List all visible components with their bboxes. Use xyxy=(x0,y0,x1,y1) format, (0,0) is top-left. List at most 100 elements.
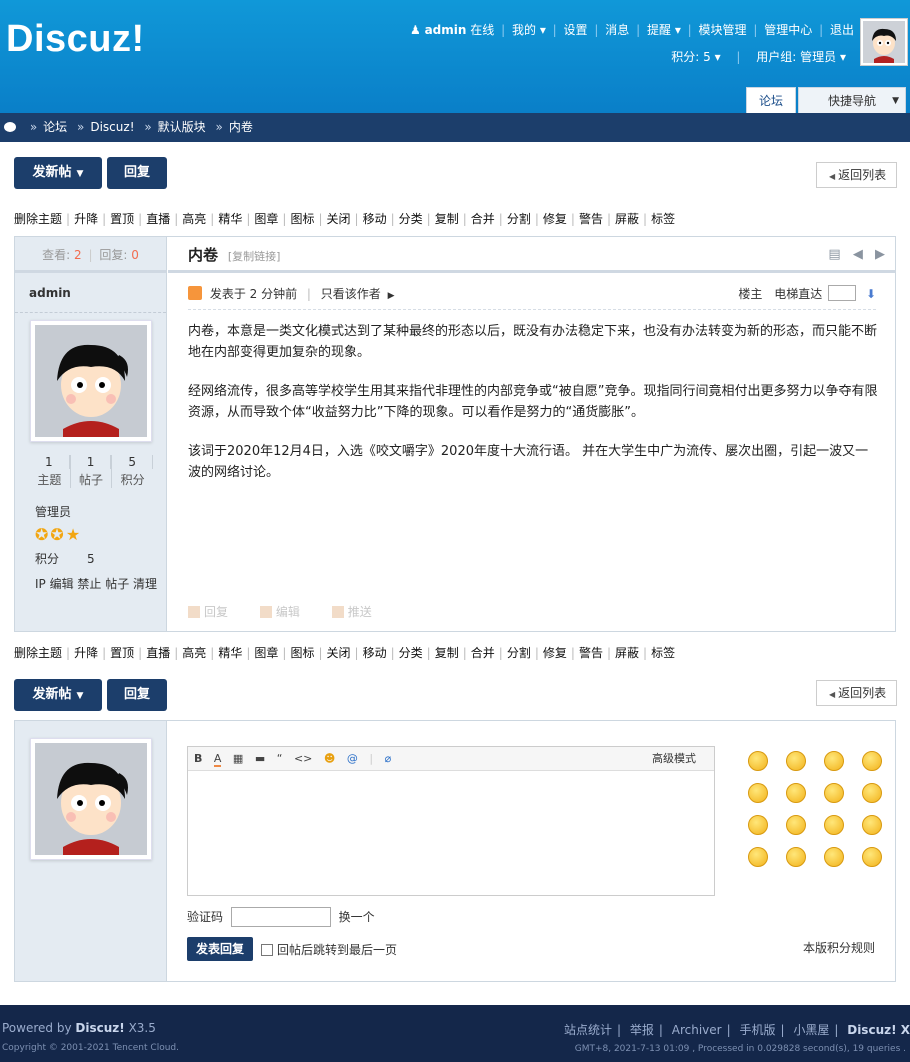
jump-last-page-checkbox[interactable] xyxy=(261,944,273,956)
nav-notifications[interactable]: 提醒 xyxy=(647,23,671,37)
mod-action[interactable]: 分割 xyxy=(507,646,531,660)
mod-action[interactable]: 分类 xyxy=(399,646,423,660)
smiley-icon[interactable] xyxy=(824,751,844,771)
author-avatar[interactable] xyxy=(30,320,152,442)
mod-action[interactable]: 高亮 xyxy=(182,212,206,226)
back-to-list-button[interactable]: ◀ 返回列表 xyxy=(816,162,898,188)
mod-action[interactable]: 高亮 xyxy=(182,646,206,660)
attachment-image-icon[interactable]: ▬ xyxy=(255,752,265,765)
mod-action[interactable]: 分割 xyxy=(507,212,531,226)
new-thread-button[interactable]: 发新帖 ▼ xyxy=(14,679,102,711)
jump-last-page-label[interactable]: 回帖后跳转到最后一页 xyxy=(277,943,397,957)
nav-module-admin[interactable]: 模块管理 xyxy=(699,23,747,37)
mod-action[interactable]: 关闭 xyxy=(327,646,351,660)
mod-action[interactable]: 移动 xyxy=(363,212,387,226)
nav-settings[interactable]: 设置 xyxy=(564,23,588,37)
credits-dropdown[interactable]: 积分: 5 xyxy=(671,50,711,64)
post-edit-action[interactable]: 编辑 xyxy=(259,605,314,619)
mod-action[interactable]: 直播 xyxy=(146,646,170,660)
footer-link-blackroom[interactable]: 小黑屋 xyxy=(793,1023,829,1037)
my-avatar[interactable] xyxy=(30,738,152,860)
smiley-icon[interactable] xyxy=(824,783,844,803)
smiley-icon[interactable] xyxy=(824,815,844,835)
elevator-input[interactable] xyxy=(828,285,857,301)
mod-action[interactable]: 屏蔽 xyxy=(615,212,639,226)
mod-action[interactable]: 修复 xyxy=(543,646,567,660)
next-thread-icon[interactable]: ▶ xyxy=(875,247,885,262)
nav-my[interactable]: 我的 xyxy=(512,23,536,37)
crumb-default-board[interactable]: 默认版块 xyxy=(158,120,206,134)
smiley-icon[interactable] xyxy=(786,751,806,771)
print-icon[interactable]: ▤ xyxy=(828,247,840,262)
powered-brand[interactable]: Discuz! xyxy=(75,1021,124,1035)
mod-action[interactable]: 警告 xyxy=(579,212,603,226)
smiley-icon[interactable] xyxy=(862,847,882,867)
mod-action[interactable]: 警告 xyxy=(579,646,603,660)
mod-action[interactable]: 屏蔽 xyxy=(615,646,639,660)
code-icon[interactable]: <> xyxy=(294,752,312,765)
nav-logout[interactable]: 退出 xyxy=(830,23,854,37)
site-logo[interactable]: Discuz! xyxy=(6,18,145,61)
reply-editor[interactable]: B A ▦ ▬ “ <> ☻ @ | ⌀ 高级模式 xyxy=(187,746,715,896)
mod-action[interactable]: 复制 xyxy=(435,646,459,660)
mod-action[interactable]: 直播 xyxy=(146,212,170,226)
username-link[interactable]: admin xyxy=(425,23,467,37)
stat-threads[interactable]: 1 主题 xyxy=(29,455,71,488)
smiley-icon[interactable] xyxy=(862,751,882,771)
nav-admin-center[interactable]: 管理中心 xyxy=(764,23,812,37)
footer-link-mobile[interactable]: 手机版 xyxy=(739,1023,775,1037)
image-icon[interactable]: ▦ xyxy=(233,752,243,765)
mod-action[interactable]: 升降 xyxy=(74,212,98,226)
captcha-input[interactable] xyxy=(230,907,331,927)
mod-action[interactable]: 关闭 xyxy=(327,212,351,226)
submit-reply-button[interactable]: 发表回复 xyxy=(187,937,253,961)
mod-action[interactable]: 图章 xyxy=(254,212,278,226)
crumb-discuz[interactable]: Discuz! xyxy=(90,120,134,134)
mod-action[interactable]: 分类 xyxy=(399,212,423,226)
footer-brand[interactable]: Discuz! X xyxy=(847,1023,910,1037)
only-author-link[interactable]: 只看该作者 xyxy=(321,287,381,301)
mod-action[interactable]: 标签 xyxy=(651,646,675,660)
user-group[interactable]: 管理员 xyxy=(35,503,71,520)
crumb-forum[interactable]: 论坛 xyxy=(43,120,67,134)
mod-action[interactable]: 复制 xyxy=(435,212,459,226)
mod-action[interactable]: 删除主题 xyxy=(14,212,62,226)
mod-action[interactable]: 图标 xyxy=(290,646,314,660)
mod-action[interactable]: 图章 xyxy=(254,646,278,660)
author-name[interactable]: admin xyxy=(15,273,166,313)
reply-button[interactable]: 回复 xyxy=(107,679,167,711)
mod-action[interactable]: 合并 xyxy=(471,212,495,226)
smiley-icon[interactable] xyxy=(862,815,882,835)
mod-action[interactable]: 精华 xyxy=(218,646,242,660)
credit-rules-link[interactable]: 本版积分规则 xyxy=(803,939,875,956)
prev-thread-icon[interactable]: ◀ xyxy=(853,247,863,262)
captcha-change-link[interactable]: 换一个 xyxy=(339,910,375,924)
post-reply-action[interactable]: 回复 xyxy=(188,605,242,619)
admin-links[interactable]: IP 编辑 禁止 帖子 清理 xyxy=(35,575,157,592)
smiley-icon[interactable] xyxy=(786,847,806,867)
header-avatar[interactable] xyxy=(860,18,908,66)
smiley-icon[interactable] xyxy=(786,815,806,835)
nav-messages[interactable]: 消息 xyxy=(605,23,629,37)
usergroup-dropdown[interactable]: 用户组: 管理员 xyxy=(756,50,836,64)
smiley-icon[interactable] xyxy=(748,847,768,867)
advanced-mode-link[interactable]: 高级模式 xyxy=(652,747,696,771)
mod-action[interactable]: 标签 xyxy=(651,212,675,226)
footer-link-stats[interactable]: 站点统计 xyxy=(564,1023,612,1037)
mod-action[interactable]: 置顶 xyxy=(110,646,134,660)
smiley-icon[interactable]: ☻ xyxy=(324,752,335,765)
smiley-icon[interactable] xyxy=(748,783,768,803)
attachment-icon[interactable]: ⌀ xyxy=(385,752,392,765)
crumb-current-thread[interactable]: 内卷 xyxy=(229,120,253,134)
mod-action[interactable]: 图标 xyxy=(290,212,314,226)
home-icon[interactable] xyxy=(4,122,16,132)
back-to-list-button[interactable]: ◀ 返回列表 xyxy=(816,680,898,706)
mod-action[interactable]: 修复 xyxy=(543,212,567,226)
tab-quicknav[interactable]: 快捷导航 ▼ xyxy=(798,87,906,113)
quote-icon[interactable]: “ xyxy=(277,752,283,765)
post-push-action[interactable]: 推送 xyxy=(331,605,386,619)
font-color-icon[interactable]: A xyxy=(213,752,222,767)
new-thread-button[interactable]: 发新帖 ▼ xyxy=(14,157,102,189)
mention-icon[interactable]: @ xyxy=(347,752,358,765)
mod-action[interactable]: 置顶 xyxy=(110,212,134,226)
